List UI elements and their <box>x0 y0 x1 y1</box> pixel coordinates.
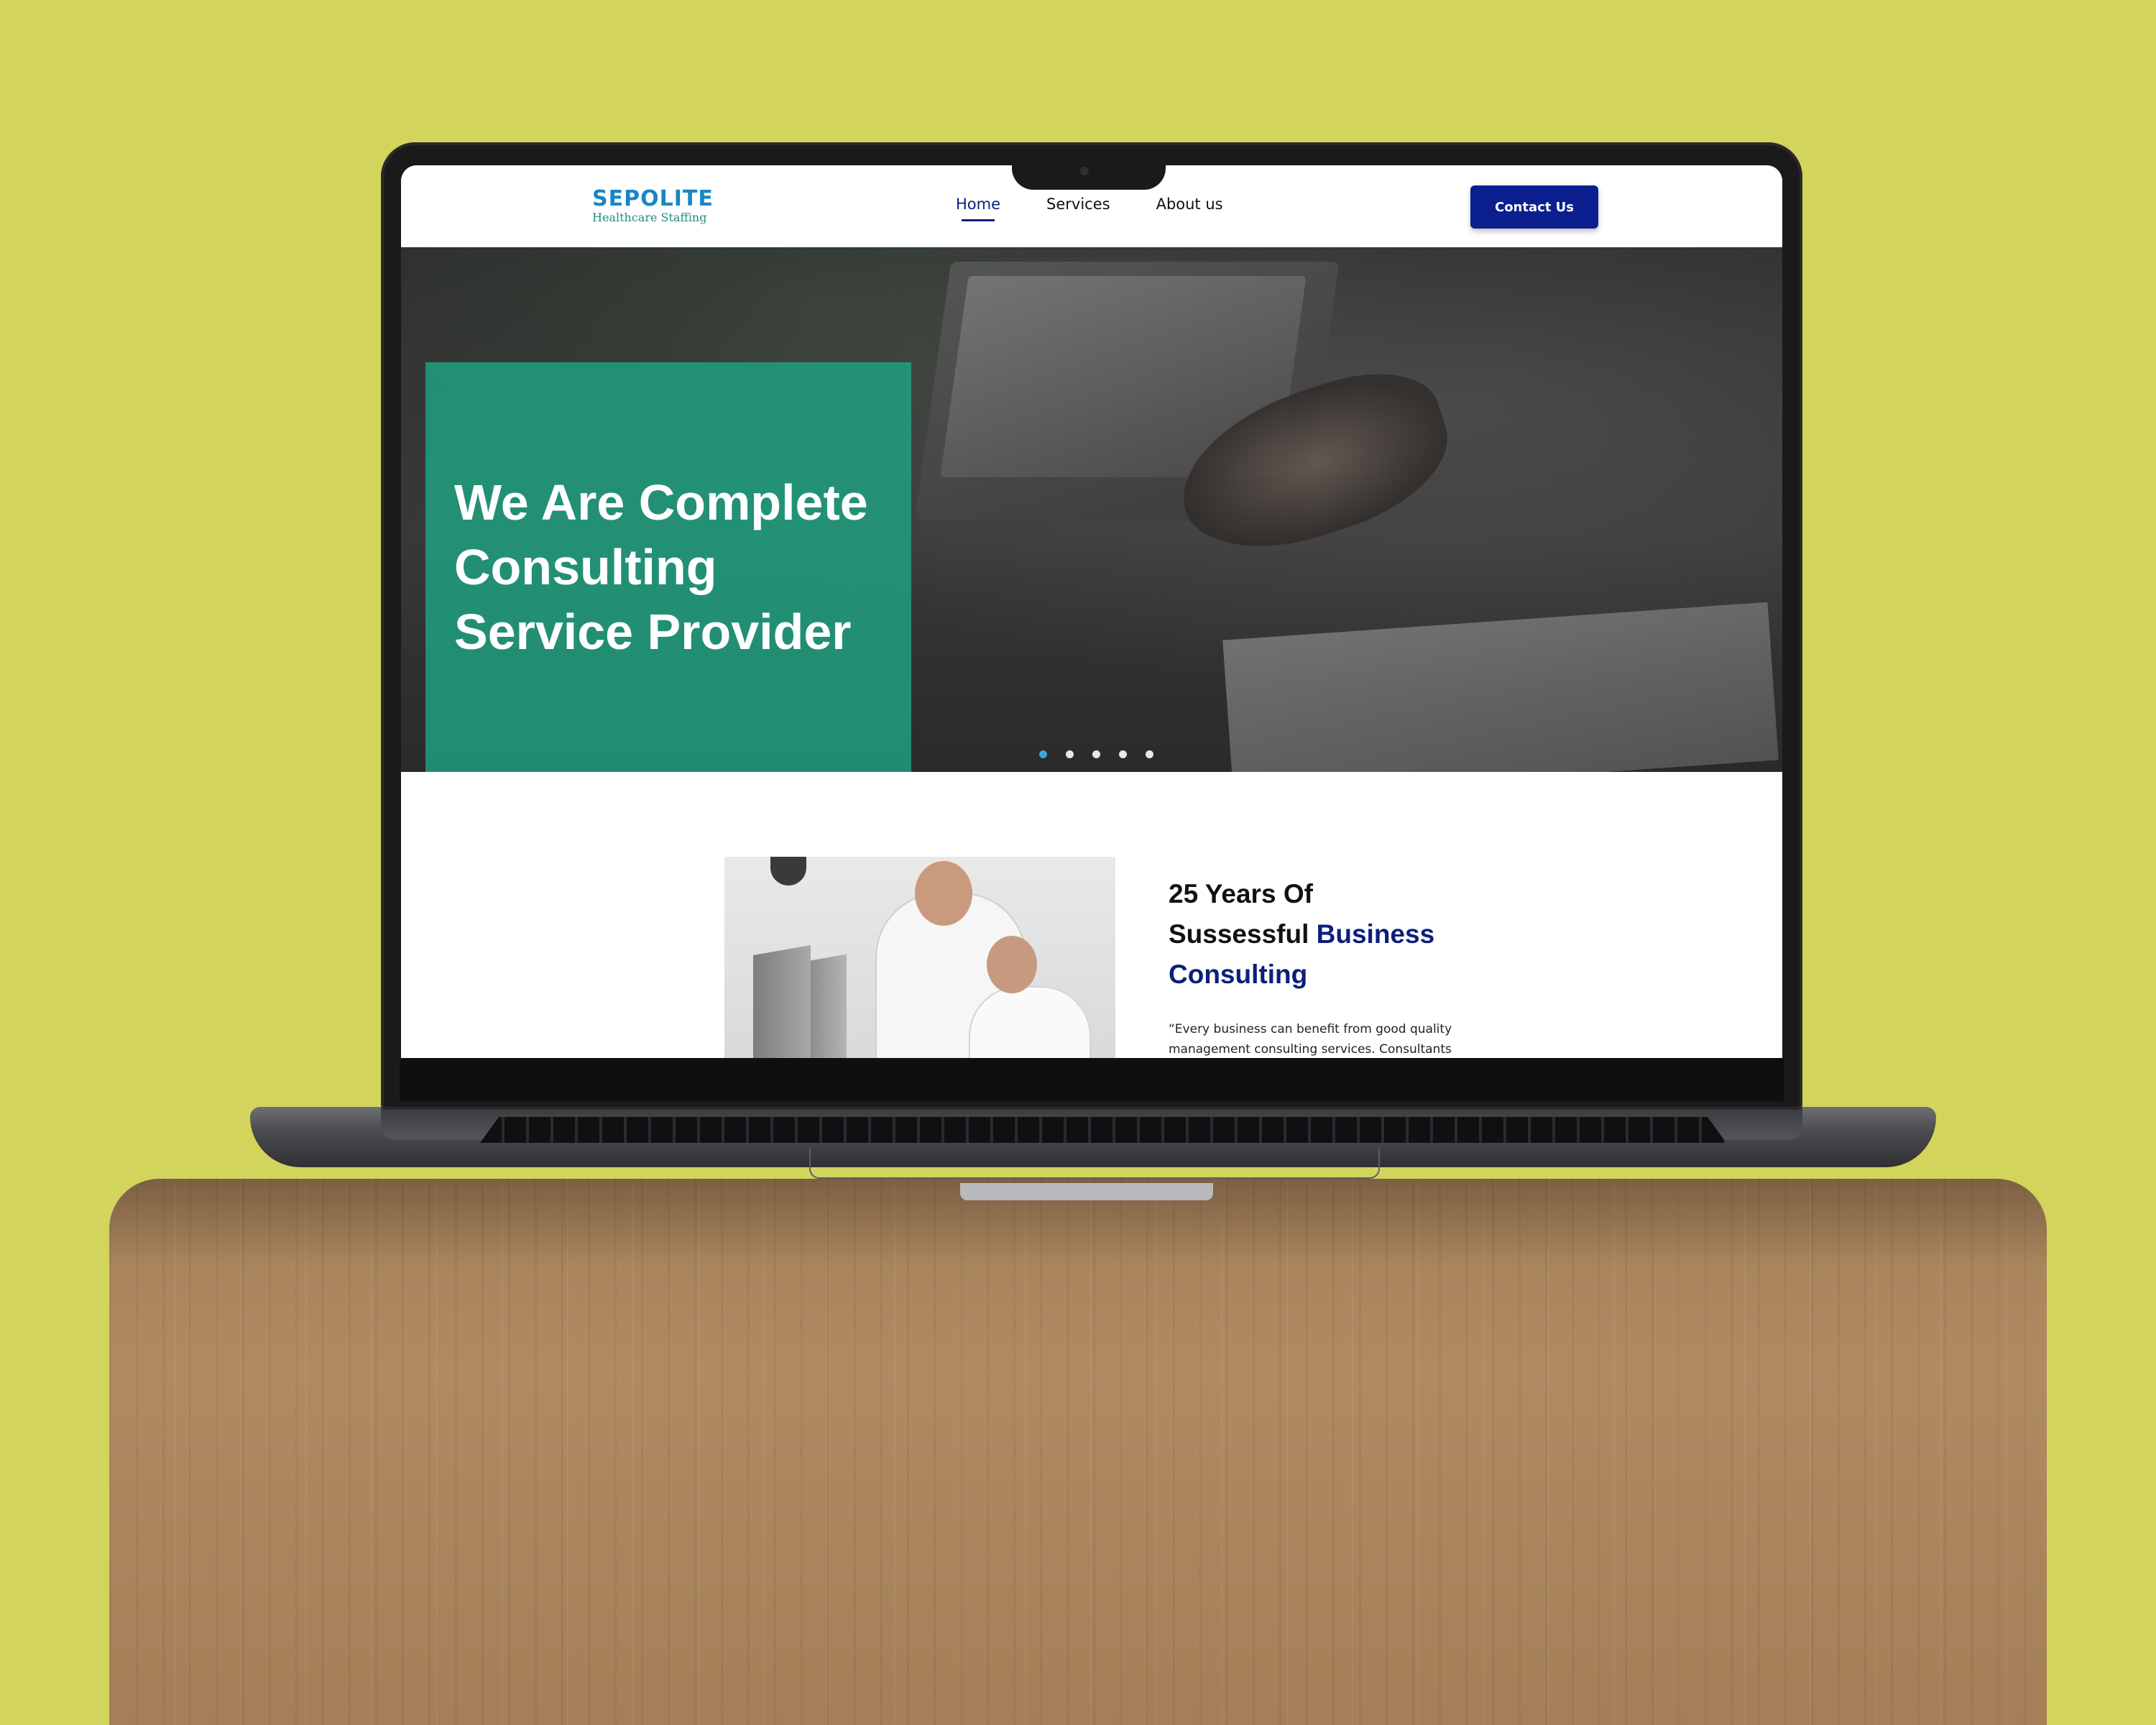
carousel-dots <box>1039 750 1153 758</box>
hero-photo-paper <box>1222 602 1779 772</box>
nav-home[interactable]: Home <box>956 196 1000 221</box>
hero-title-line: Consulting <box>454 539 717 595</box>
laptop-trackpad <box>809 1149 1380 1179</box>
contact-us-button[interactable]: Contact Us <box>1470 185 1598 229</box>
carousel-dot[interactable] <box>1066 750 1074 758</box>
laptop-bezel-bottom <box>400 1058 1784 1101</box>
carousel-dot[interactable] <box>1092 750 1100 758</box>
nav-about-us[interactable]: About us <box>1156 196 1223 213</box>
nav-services[interactable]: Services <box>1046 196 1110 213</box>
photo-lamp <box>770 857 806 886</box>
carousel-dot[interactable] <box>1119 750 1127 758</box>
photo-monitor <box>753 944 811 1058</box>
hero-carousel: We Are Complete Consulting Service Provi… <box>401 247 1782 772</box>
photo-monitor <box>811 954 847 1058</box>
about-heading-line1: 25 Years Of <box>1169 879 1313 908</box>
logo-tagline: Healthcare Staffing <box>592 211 707 224</box>
carousel-dot[interactable] <box>1039 750 1047 758</box>
photo-person-head <box>915 861 972 926</box>
about-heading-line3-accent: Consulting <box>1169 960 1308 989</box>
carousel-dot[interactable] <box>1146 750 1153 758</box>
camera-notch <box>1012 164 1166 190</box>
laptop-screen: SEPOLITE Healthcare Staffing Home Servic… <box>401 165 1782 1058</box>
laptop-keyboard <box>480 1117 1726 1143</box>
laptop-hinge-groove <box>960 1183 1213 1200</box>
about-text-line: management consulting services. Consulta… <box>1169 1042 1452 1057</box>
about-photo <box>724 857 1115 1058</box>
hero-title-line: Service Provider <box>454 604 852 660</box>
about-heading-line2-plain: Sussessful <box>1169 919 1309 949</box>
camera-icon <box>1080 167 1089 175</box>
hero-title: We Are Complete Consulting Service Provi… <box>454 470 900 664</box>
about-text-line: “Every business can benefit from good qu… <box>1169 1022 1452 1036</box>
about-paragraph: “Every business can benefit from good qu… <box>1169 1019 1499 1058</box>
about-heading-line2-accent: Business <box>1316 919 1435 949</box>
site-logo[interactable]: SEPOLITE Healthcare Staffing <box>592 188 736 231</box>
about-heading: 25 Years Of Sussessful Business Consulti… <box>1169 874 1542 995</box>
photo-person-seated <box>969 986 1091 1058</box>
hero-title-line: We Are Complete <box>454 474 868 530</box>
photo-person-head <box>987 936 1037 993</box>
hero-text-panel: We Are Complete Consulting Service Provi… <box>425 362 911 772</box>
main-nav: Home Services About us <box>956 196 1223 221</box>
logo-wordmark: SEPOLITE <box>592 186 714 211</box>
